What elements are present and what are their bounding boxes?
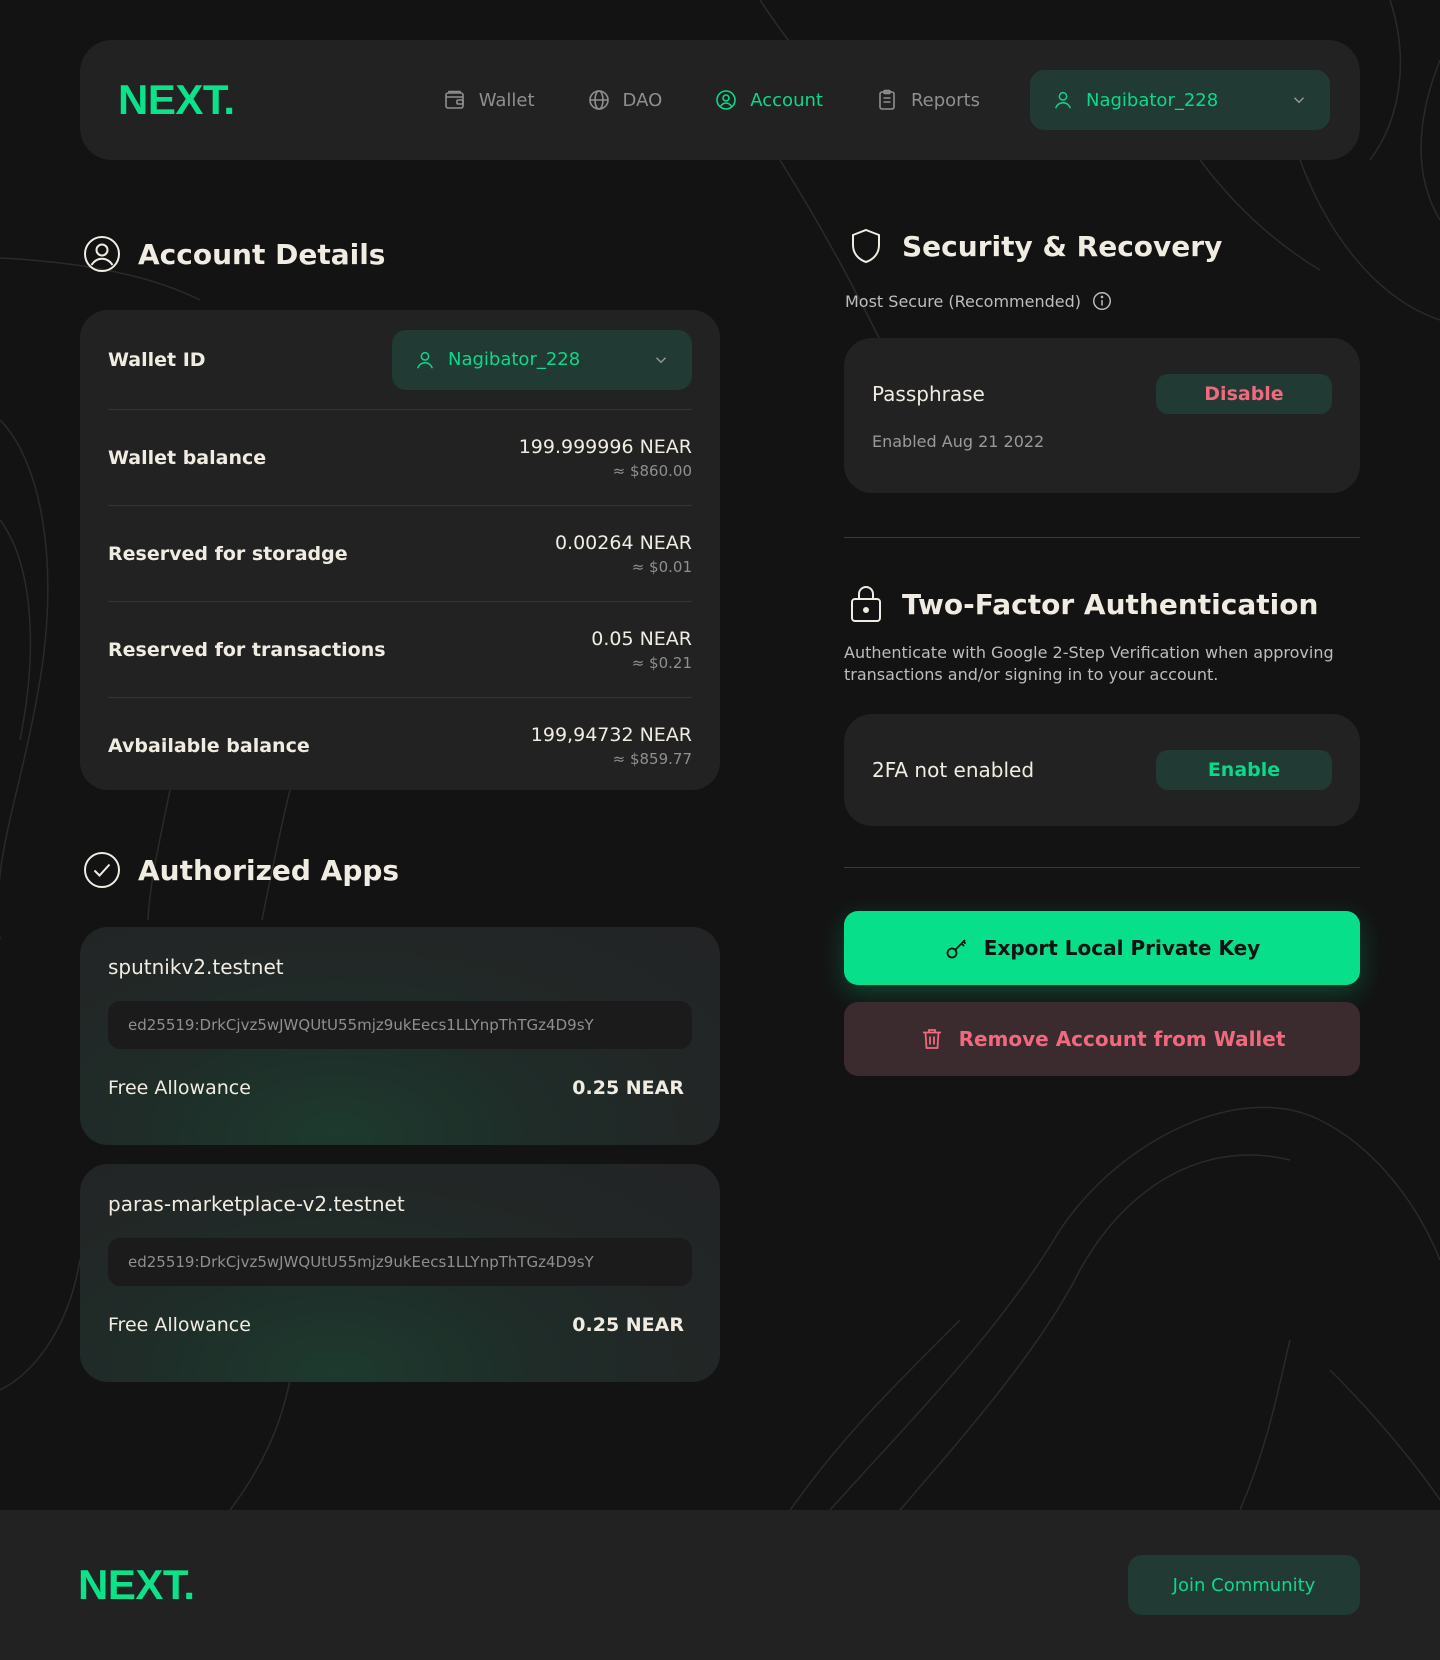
balance-row: Wallet balance 199.999996 NEAR ≈ $860.00 [108,410,692,506]
usd-amount: ≈ $0.21 [631,653,692,672]
balance-value: 199.999996 NEAR ≈ $860.00 [519,436,692,480]
app-public-key: ed25519:DrkCjvz5wJWQUtU55mjz9ukEecs1LLYn… [108,1238,692,1286]
info-icon[interactable] [1091,290,1113,312]
nav-item-label: DAO [622,89,663,111]
user-name: Nagibator_228 [1086,89,1219,111]
usd-amount: ≈ $859.77 [612,750,692,768]
balance-row: Reserved for transactions 0.05 NEAR ≈ $0… [108,602,692,698]
remove-account-button[interactable]: Remove Account from Wallet [844,1002,1360,1076]
authorized-apps-heading: Authorized Apps [82,850,399,890]
top-navbar: NEXT. Wallet DAO Account Reports Nagibat… [80,40,1360,160]
allowance-label: Free Allowance [108,1314,251,1336]
join-community-button[interactable]: Join Community [1128,1555,1360,1615]
near-amount: 199,94732 NEAR [530,724,692,746]
page-footer: NEXT. Join Community [0,1510,1440,1660]
chevron-down-icon [1294,97,1304,104]
authorized-app-card[interactable]: paras-marketplace-v2.testnet ed25519:Drk… [80,1164,720,1382]
two-factor-description: Authenticate with Google 2-Step Verifica… [844,643,1334,684]
balance-label: Reserved for storadge [108,542,348,565]
user-icon [1054,91,1072,109]
balance-row: Reserved for storadge 0.00264 NEAR ≈ $0.… [108,506,692,602]
section-divider [844,537,1360,538]
two-factor-heading: Two-Factor Authentication [846,584,1318,624]
nav-item-reports[interactable]: Reports [875,88,980,112]
wallet-id-label: Wallet ID [108,348,206,371]
allowance-value: 0.25 NEAR [572,1314,684,1336]
footer-logo[interactable]: NEXT. [78,1561,195,1609]
near-amount: 199.999996 NEAR [518,435,692,458]
app-public-key: ed25519:DrkCjvz5wJWQUtU55mjz9ukEecs1LLYn… [108,1001,692,1049]
account-details-heading: Account Details [82,234,385,274]
allowance-value: 0.25 NEAR [572,1077,684,1099]
passphrase-status: Enabled Aug 21 2022 [872,432,1045,451]
nav-item-dao[interactable]: DAO [587,88,663,112]
remove-label: Remove Account from Wallet [958,1027,1286,1051]
globe-icon [588,90,609,110]
passphrase-row: Passphrase Disable [872,374,1332,414]
clipboard-icon [879,89,895,110]
two-factor-row: 2FA not enabled Enable [872,750,1332,790]
user-circle-icon [84,236,120,272]
section-title: Security & Recovery [902,229,1223,263]
authorized-app-card[interactable]: sputnikv2.testnet ed25519:DrkCjvz5wJWQUt… [80,927,720,1145]
nav-item-label: Reports [910,89,980,111]
user-circle-icon [716,90,737,110]
security-heading: Security & Recovery [846,226,1222,266]
section-title: Authorized Apps [138,853,400,887]
export-private-key-button[interactable]: Export Local Private Key [844,911,1360,985]
nav-item-wallet[interactable]: Wallet [443,88,535,112]
balance-value: 199,94732 NEAR ≈ $859.77 [531,724,692,768]
near-amount: 0.00264 NEAR [554,531,692,554]
security-subtitle-text: Most Secure (Recommended) [845,291,1082,311]
section-title: Two-Factor Authentication [902,587,1319,621]
key-icon [946,939,966,959]
balance-value: 0.00264 NEAR ≈ $0.01 [555,532,692,576]
user-icon [416,351,434,369]
app-allowance: Free Allowance 0.25 NEAR [108,1077,692,1099]
security-subtitle: Most Secure (Recommended) [845,290,1113,312]
two-factor-status: 2FA not enabled [872,758,1035,782]
app-allowance: Free Allowance 0.25 NEAR [108,1314,692,1336]
shield-icon [852,228,880,264]
wallet-id-value: Nagibator_228 [448,349,581,370]
nav-item-label: Account [750,89,823,111]
lock-icon [851,586,881,622]
balance-row: Avbailable balance 199,94732 NEAR ≈ $859… [108,698,692,794]
trash-icon [922,1029,941,1049]
wallet-id-row: Wallet ID Nagibator_228 [108,310,692,410]
enable-2fa-button[interactable]: Enable [1156,750,1332,790]
check-circle-icon [84,852,120,888]
balance-label: Avbailable balance [108,735,310,757]
usd-amount: ≈ $860.00 [612,461,692,480]
account-details-card: Wallet ID Nagibator_228 Wallet balance 1… [80,310,720,790]
chevron-down-icon [656,356,666,363]
header-user-dropdown[interactable]: Nagibator_228 [1030,70,1330,130]
passphrase-card: Passphrase Disable Enabled Aug 21 2022 [844,338,1360,493]
balance-value: 0.05 NEAR ≈ $0.21 [591,628,692,672]
main-nav: Wallet DAO Account Reports [443,88,980,112]
usd-amount: ≈ $0.01 [631,557,692,576]
balance-label: Reserved for transactions [108,638,386,661]
app-name: sputnikv2.testnet [108,955,284,979]
near-amount: 0.05 NEAR [591,627,692,650]
export-label: Export Local Private Key [983,936,1261,960]
two-factor-card: 2FA not enabled Enable [844,714,1360,826]
passphrase-label: Passphrase [872,382,985,406]
nav-item-label: Wallet [478,89,535,111]
section-title: Account Details [138,237,386,271]
section-divider [844,867,1360,868]
wallet-icon [444,90,464,109]
disable-passphrase-button[interactable]: Disable [1156,374,1332,414]
nav-item-account[interactable]: Account [714,88,823,112]
allowance-label: Free Allowance [108,1077,251,1099]
app-name: paras-marketplace-v2.testnet [108,1192,405,1216]
balance-label: Wallet balance [108,446,267,469]
brand-logo[interactable]: NEXT. [118,76,235,124]
wallet-id-dropdown[interactable]: Nagibator_228 [392,329,692,390]
